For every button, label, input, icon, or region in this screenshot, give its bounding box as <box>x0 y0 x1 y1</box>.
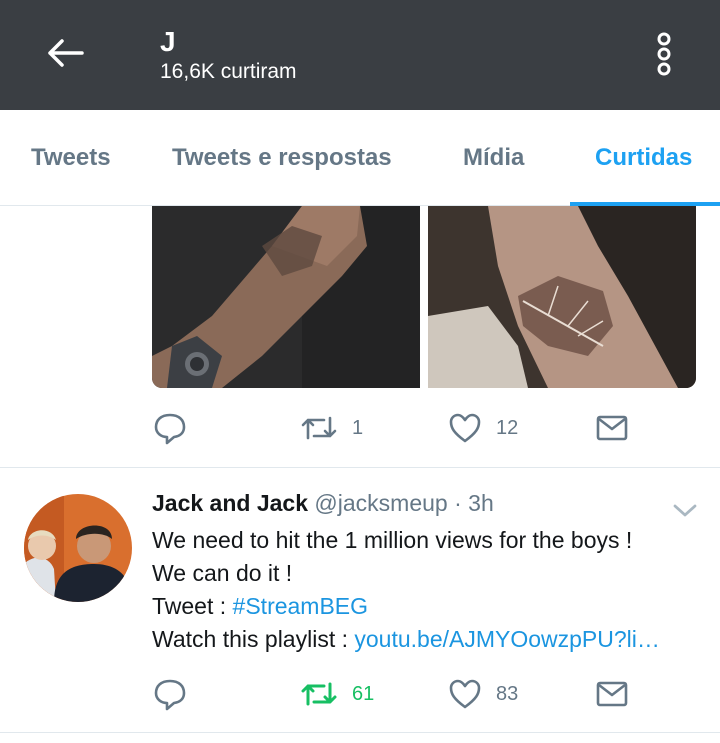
tab-tweets-and-replies[interactable]: Tweets e respostas <box>172 110 392 206</box>
tab-media[interactable]: Mídia <box>463 110 524 206</box>
tab-tweets[interactable]: Tweets <box>31 110 111 206</box>
username-handle[interactable]: @jacksmeup <box>314 490 447 516</box>
tweet-timestamp: 3h <box>468 490 494 516</box>
like-icon <box>449 679 481 709</box>
reply-button[interactable] <box>152 672 188 716</box>
like-button[interactable]: 83 <box>448 672 518 716</box>
retweet-count: 61 <box>352 682 375 705</box>
direct-message-icon <box>596 681 628 707</box>
reply-icon <box>154 413 186 445</box>
tweet-text-line: Watch this playlist : youtu.be/AJMYOowzp… <box>152 623 702 656</box>
tweet-actions: 1 12 <box>152 406 652 450</box>
tweet-text-prefix: Tweet : <box>152 593 233 619</box>
tab-likes[interactable]: Curtidas <box>595 110 692 206</box>
profile-title: J <box>160 26 176 57</box>
tweet-menu-button[interactable] <box>670 498 700 522</box>
like-count: 83 <box>496 682 519 705</box>
separator-dot: · <box>454 490 462 516</box>
tweet-card[interactable]: Jack and Jack @jacksmeup · 3h We need to… <box>0 468 720 733</box>
display-name[interactable]: Jack and Jack <box>152 490 308 516</box>
more-options-button[interactable] <box>644 28 684 80</box>
retweet-icon <box>301 682 337 706</box>
retweet-button[interactable]: 1 <box>300 406 363 450</box>
likes-count-subtitle: 16,6K curtiram <box>160 60 297 83</box>
retweet-count: 1 <box>352 416 364 439</box>
back-button[interactable] <box>40 30 90 76</box>
tweet-header: Jack and Jack @jacksmeup · 3h <box>152 490 494 517</box>
tweet-text-line: We need to hit the 1 million views for t… <box>152 527 633 553</box>
tweet-actions: 61 83 <box>152 672 652 716</box>
like-button[interactable]: 12 <box>448 406 518 450</box>
reply-icon <box>154 679 186 711</box>
direct-message-button[interactable] <box>596 672 628 716</box>
avatar[interactable] <box>24 494 132 602</box>
direct-message-button[interactable] <box>596 406 628 450</box>
like-icon <box>449 413 481 443</box>
direct-message-icon <box>596 415 628 441</box>
more-vertical-icon <box>657 32 671 76</box>
like-count: 12 <box>496 416 519 439</box>
reply-button[interactable] <box>152 406 188 450</box>
tweet-text-line: We can do it ! <box>152 560 293 586</box>
retweet-icon <box>301 416 337 440</box>
hashtag-link[interactable]: #StreamBEG <box>233 593 369 619</box>
tweet-media-image[interactable] <box>428 206 696 388</box>
url-link[interactable]: youtu.be/AJMYOowzpPU?li… <box>354 626 660 652</box>
profile-tabs: Tweets Tweets e respostas Mídia Curtidas <box>0 110 720 206</box>
app-bar: J 16,6K curtiram <box>0 0 720 110</box>
tweet-text: We need to hit the 1 million views for t… <box>152 524 702 656</box>
chevron-down-icon <box>673 504 697 517</box>
tweet-media-image[interactable] <box>152 206 420 388</box>
tweet-card[interactable]: 1 12 <box>0 206 720 468</box>
tweet-text-line: Tweet : #StreamBEG <box>152 590 702 623</box>
back-arrow-icon <box>48 39 84 67</box>
retweet-button[interactable]: 61 <box>300 672 374 716</box>
tweet-text-prefix: Watch this playlist : <box>152 626 355 652</box>
